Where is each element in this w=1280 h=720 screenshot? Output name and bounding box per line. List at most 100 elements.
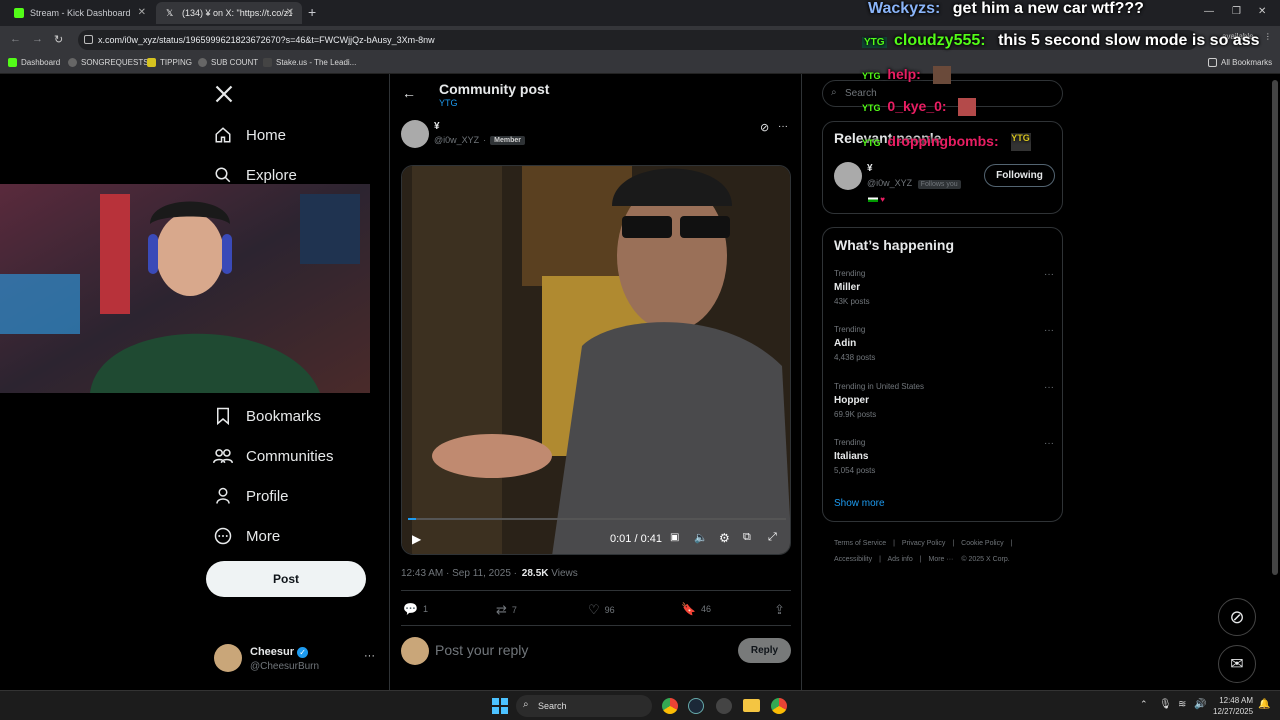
settings-icon[interactable]: ⚙	[719, 531, 730, 545]
post-button[interactable]: Post	[206, 561, 366, 597]
bookmark-songrequests[interactable]: SONGREQUESTS	[68, 58, 149, 67]
close-window-icon[interactable]: ✕	[1258, 6, 1266, 17]
trend-item[interactable]: Trending Italians 5,054 posts ···	[834, 438, 1054, 475]
reply-action[interactable]: 💬 1	[403, 602, 428, 616]
bookmark-dashboard[interactable]: Dashboard	[8, 58, 60, 67]
play-icon[interactable]: ▶	[412, 532, 421, 546]
pip-icon[interactable]: ⧉	[743, 531, 751, 544]
reply-button[interactable]: Reply	[738, 638, 791, 663]
nav-communities[interactable]: Communities	[213, 441, 334, 471]
taskbar-search[interactable]: ⌕ Search	[516, 695, 652, 717]
fullscreen-icon[interactable]: ⤢	[768, 531, 777, 544]
steam-icon[interactable]	[688, 698, 704, 714]
streamelements-icon	[68, 58, 77, 67]
like-action[interactable]: ♡ 96	[588, 602, 615, 618]
divider	[401, 625, 791, 626]
volume-icon[interactable]: 🔊	[1194, 699, 1206, 710]
following-button[interactable]: Following	[984, 164, 1055, 187]
video-player[interactable]: ▶ 0:01 / 0:41 ▣ 🔈 ⚙ ⧉ ⤢	[401, 165, 791, 555]
author-avatar[interactable]	[401, 120, 429, 148]
wifi-icon[interactable]: ≋	[1178, 699, 1186, 710]
footer-link[interactable]: More ···	[929, 556, 954, 563]
video-progress-track[interactable]	[408, 518, 786, 520]
page-scrollbar[interactable]	[1272, 80, 1278, 575]
messages-button[interactable]: ✉	[1218, 645, 1256, 683]
verified-icon: ✓	[297, 647, 309, 658]
minimize-icon[interactable]: —	[1204, 6, 1214, 17]
microphone-icon[interactable]: 🎙	[1159, 699, 1172, 710]
forward-icon[interactable]: →	[32, 33, 43, 45]
reload-icon[interactable]: ↻	[54, 33, 63, 46]
volume-icon[interactable]: 🔈	[694, 531, 708, 544]
bookmark-stake[interactable]: Stake.us - The Leadi...	[263, 58, 356, 67]
bookmark-tipping[interactable]: TIPPING	[147, 58, 192, 67]
browser-tab-x[interactable]: 𝕏 (134) ¥ on X: "https://t.co/z1Ori ✕	[156, 2, 302, 24]
footer-link[interactable]: Cookie Policy	[961, 540, 1003, 547]
site-info-icon[interactable]	[84, 35, 93, 44]
menu-dots-icon[interactable]: ⋮	[1264, 32, 1272, 41]
relevant-handle-row: @i0w_XYZ Follows you	[867, 178, 961, 189]
back-icon[interactable]: ←	[10, 33, 21, 45]
folder-icon	[1208, 58, 1217, 67]
footer-link[interactable]: Privacy Policy	[902, 540, 946, 547]
trend-more-icon[interactable]: ···	[1044, 325, 1054, 336]
share-icon[interactable]: ⇪	[774, 602, 785, 618]
footer-link[interactable]: Ads info	[887, 556, 912, 563]
close-tab-icon[interactable]: ✕	[138, 7, 146, 18]
app-icon[interactable]	[716, 698, 732, 714]
trend-more-icon[interactable]: ···	[1044, 438, 1054, 449]
new-tab-icon[interactable]: +	[308, 4, 316, 20]
x-favicon-icon: 𝕏	[166, 8, 174, 18]
community-link[interactable]: YTG	[439, 98, 458, 108]
reply-input[interactable]: Post your reply	[435, 642, 528, 658]
emote-icon: YTG	[1010, 133, 1031, 152]
footer-link[interactable]: Terms of Service	[834, 540, 886, 547]
nav-more[interactable]: More	[213, 521, 280, 551]
tray-chevron-icon[interactable]: ⌃	[1140, 699, 1148, 710]
trend-more-icon[interactable]: ···	[1044, 382, 1054, 393]
nav-home[interactable]: Home	[213, 120, 286, 150]
bookmark-sub-count[interactable]: SUB COUNT	[198, 58, 258, 67]
captions-icon[interactable]: ▣	[670, 532, 679, 543]
grok-icon[interactable]: ⊘	[760, 121, 769, 134]
close-tab-icon[interactable]: ✕	[286, 7, 294, 18]
notifications-icon[interactable]: 🔔	[1258, 699, 1270, 710]
account-switcher[interactable]: Cheesur ✓ @CheesurBurn ···	[214, 644, 375, 676]
trend-item[interactable]: Trending Miller 43K posts ···	[834, 269, 1054, 306]
nav-profile[interactable]: Profile	[213, 481, 289, 511]
bookmark-action[interactable]: 🔖 46	[681, 602, 711, 616]
x-logo-icon[interactable]	[214, 84, 234, 104]
author-name[interactable]: ¥	[434, 121, 440, 132]
chrome-icon[interactable]	[662, 698, 678, 714]
back-arrow-icon[interactable]: ←	[402, 85, 416, 101]
file-explorer-icon[interactable]	[743, 699, 760, 712]
repost-icon: ⇄	[496, 602, 507, 617]
restore-icon[interactable]: ❐	[1232, 6, 1241, 17]
kick-badge-icon: YTG	[862, 37, 887, 48]
post-more-icon[interactable]: ···	[778, 121, 788, 132]
author-handle[interactable]: @i0w_XYZ	[434, 135, 479, 145]
trend-item[interactable]: Trending in United States Hopper 69.9K p…	[834, 382, 1054, 419]
show-more-link[interactable]: Show more	[834, 498, 885, 509]
windows-start-icon[interactable]	[492, 698, 508, 714]
account-more-icon[interactable]: ···	[364, 650, 375, 662]
clock[interactable]: 12:48 AM 12/27/2025	[1213, 695, 1253, 717]
grok-button[interactable]: ⊘	[1218, 598, 1256, 636]
profile-icon	[213, 486, 233, 506]
nav-bookmarks[interactable]: Bookmarks	[213, 401, 321, 431]
repost-action[interactable]: ⇄ 7	[496, 602, 517, 618]
chat-message: YTG cloudzy555: this 5 second slow mode …	[862, 32, 1259, 50]
flags: ♥	[868, 195, 885, 204]
chrome-icon[interactable]	[771, 698, 787, 714]
footer-link[interactable]: Accessibility	[834, 556, 872, 563]
trend-item[interactable]: Trending Adin 4,438 posts ···	[834, 325, 1054, 362]
all-bookmarks[interactable]: All Bookmarks	[1208, 58, 1272, 67]
chat-nick: cloudzy555:	[894, 32, 986, 49]
tab-label: Stream - Kick Dashboard	[30, 8, 131, 18]
account-handle: @CheesurBurn	[250, 661, 320, 672]
author-avatar[interactable]	[834, 162, 862, 190]
relevant-name[interactable]: ¥	[867, 163, 873, 174]
browser-tab-kick[interactable]: Stream - Kick Dashboard ✕	[4, 2, 154, 24]
video-time: 0:01 / 0:41	[610, 533, 662, 545]
trend-more-icon[interactable]: ···	[1044, 269, 1054, 280]
